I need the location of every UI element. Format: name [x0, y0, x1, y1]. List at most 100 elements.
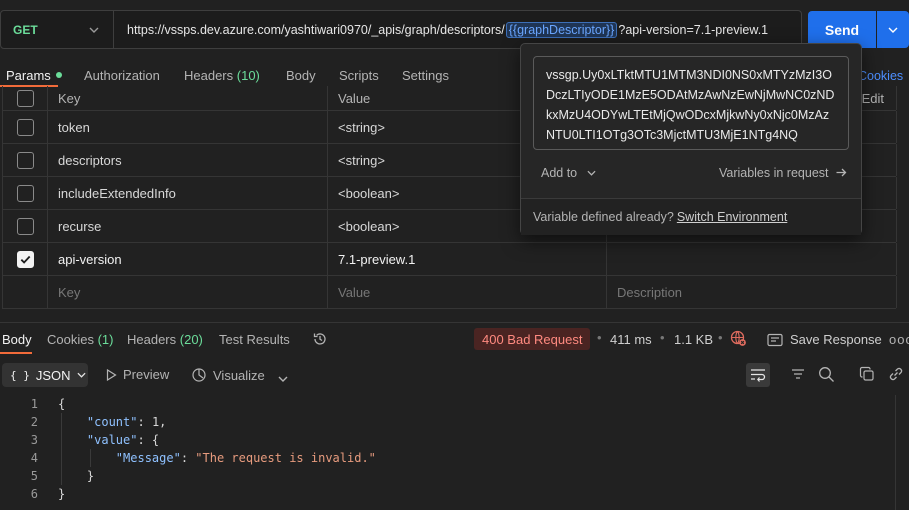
url-variable[interactable]: {{graphDescriptor}} — [505, 21, 618, 38]
wrap-lines-button[interactable] — [746, 363, 770, 387]
line-number: 5 — [30, 469, 38, 483]
new-key-input[interactable]: Key — [48, 276, 328, 308]
chevron-down-icon — [77, 372, 86, 378]
response-tab-cookies-count: (1) — [97, 332, 114, 347]
row-checkbox[interactable] — [16, 217, 34, 235]
response-tab-headers[interactable]: Headers (20) — [127, 332, 203, 347]
save-response-label: Save Response — [790, 332, 882, 347]
add-to-label: Add to — [541, 166, 578, 180]
param-key[interactable]: recurse — [48, 210, 328, 242]
response-active-tab-indicator — [0, 352, 32, 354]
method-select[interactable]: GET — [1, 11, 114, 48]
table-row-empty: Key Value Description — [3, 276, 897, 309]
popover-footer-text: Variable defined already? — [533, 210, 674, 224]
tab-headers[interactable]: Headers (10) — [184, 68, 260, 83]
code-line: 1 { — [0, 395, 895, 413]
row-checkbox[interactable] — [16, 151, 34, 169]
tab-body[interactable]: Body — [286, 68, 316, 83]
param-key[interactable]: token — [48, 111, 328, 143]
tab-settings[interactable]: Settings — [402, 68, 449, 83]
response-tab-headers-label: Headers — [127, 332, 177, 347]
code-line: 2 "count": 1, — [0, 413, 895, 431]
response-body-editor[interactable]: 1 { 2 "count": 1, 3 "value": { 4 "Messag… — [0, 395, 895, 503]
search-icon[interactable] — [818, 366, 835, 386]
play-icon — [106, 368, 117, 381]
code-line: 6 } — [0, 485, 895, 503]
filter-icon[interactable] — [790, 366, 806, 385]
variables-in-request-label: Variables in request — [718, 166, 829, 180]
chevron-down-icon[interactable] — [278, 370, 288, 385]
format-select[interactable]: { } JSON — [2, 363, 88, 387]
chevron-down-icon — [587, 170, 596, 176]
arrow-right-icon — [836, 168, 847, 177]
tab-params[interactable]: Params — [6, 68, 62, 83]
response-tab-cookies-label: Cookies — [47, 332, 94, 347]
preview-button[interactable]: Preview — [106, 367, 169, 382]
tab-params-label: Params — [6, 68, 51, 83]
globe-warning-icon[interactable] — [730, 330, 747, 350]
wrap-icon — [751, 369, 766, 382]
variables-in-request-link[interactable]: Variables in request — [719, 166, 847, 180]
link-icon[interactable] — [888, 366, 904, 385]
chevron-down-icon — [89, 24, 99, 36]
copy-icon[interactable] — [859, 366, 875, 385]
save-response-icon — [767, 333, 783, 346]
row-checkbox[interactable] — [16, 184, 34, 202]
code-text: { — [58, 397, 66, 411]
tab-headers-label: Headers — [184, 68, 234, 83]
line-number: 4 — [30, 451, 38, 465]
param-key[interactable]: descriptors — [48, 144, 328, 176]
editor-scrollbar[interactable] — [895, 395, 909, 510]
response-tab-tests[interactable]: Test Results — [219, 332, 290, 347]
param-value[interactable]: 7.1-preview.1 — [328, 243, 607, 275]
table-row: api-version 7.1-preview.1 — [3, 243, 897, 276]
response-size[interactable]: 1.1 KB — [674, 332, 713, 347]
url-suffix: ?api-version=7.1-preview.1 — [618, 22, 769, 37]
code-text: "value": { — [86, 433, 160, 447]
variable-value-field[interactable]: vssgp.Uy0xLTktMTU1MTM3NDI0NS0xMTYzMzI3OD… — [533, 56, 849, 150]
json-key: "Message" — [115, 451, 181, 465]
url-input[interactable]: https://vssps.dev.azure.com/yashtiwari09… — [114, 21, 769, 38]
visualize-label: Visualize — [213, 367, 265, 383]
send-options-button[interactable] — [877, 11, 909, 48]
param-description[interactable] — [607, 243, 897, 275]
method-label: GET — [13, 22, 38, 37]
param-key[interactable]: includeExtendedInfo — [48, 177, 328, 209]
separator-dot: • — [718, 330, 723, 345]
separator-dot: • — [660, 330, 665, 345]
row-checkbox-checked[interactable] — [16, 250, 34, 268]
params-active-dot — [55, 72, 62, 78]
tab-headers-count: (10) — [236, 68, 260, 83]
more-options-icon[interactable]: ooo — [889, 332, 909, 347]
visualize-button[interactable]: Visualize — [191, 367, 265, 383]
switch-environment-link[interactable]: Switch Environment — [677, 210, 787, 224]
response-tab-cookies[interactable]: Cookies (1) — [47, 332, 113, 347]
header-check-cell — [3, 86, 48, 110]
param-key[interactable]: api-version — [48, 243, 328, 275]
tab-scripts[interactable]: Scripts — [339, 68, 379, 83]
response-tab-body[interactable]: Body — [2, 332, 32, 347]
add-to-dropdown[interactable]: Add to — [541, 166, 596, 180]
status-badge[interactable]: 400 Bad Request — [474, 328, 591, 350]
code-text: } — [58, 469, 95, 483]
row-checkbox[interactable] — [16, 118, 34, 136]
code-text: "count": 1, — [86, 415, 167, 429]
cookies-link[interactable]: Cookies — [858, 69, 903, 83]
pane-divider[interactable] — [0, 322, 909, 323]
popover-footer: Variable defined already? Switch Environ… — [521, 198, 861, 235]
json-number: 1 — [151, 415, 160, 429]
history-icon[interactable] — [312, 331, 328, 350]
select-all-checkbox[interactable] — [16, 89, 34, 107]
code-line: 4 "Message": "The request is invalid." — [0, 449, 895, 467]
response-time[interactable]: 411 ms — [610, 332, 652, 347]
tab-authorization[interactable]: Authorization — [84, 68, 160, 83]
line-number: 6 — [30, 487, 38, 501]
header-key: Key — [48, 86, 328, 110]
new-description-input[interactable]: Description — [607, 276, 897, 308]
save-response-button[interactable]: Save Response — [767, 332, 882, 347]
variable-popover: vssgp.Uy0xLTktMTU1MTM3NDI0NS0xMTYzMzI3OD… — [520, 43, 862, 235]
code-text: } — [58, 487, 66, 501]
code-line: 5 } — [0, 467, 895, 485]
url-prefix: https://vssps.dev.azure.com/yashtiwari09… — [127, 22, 505, 37]
new-value-input[interactable]: Value — [328, 276, 607, 308]
